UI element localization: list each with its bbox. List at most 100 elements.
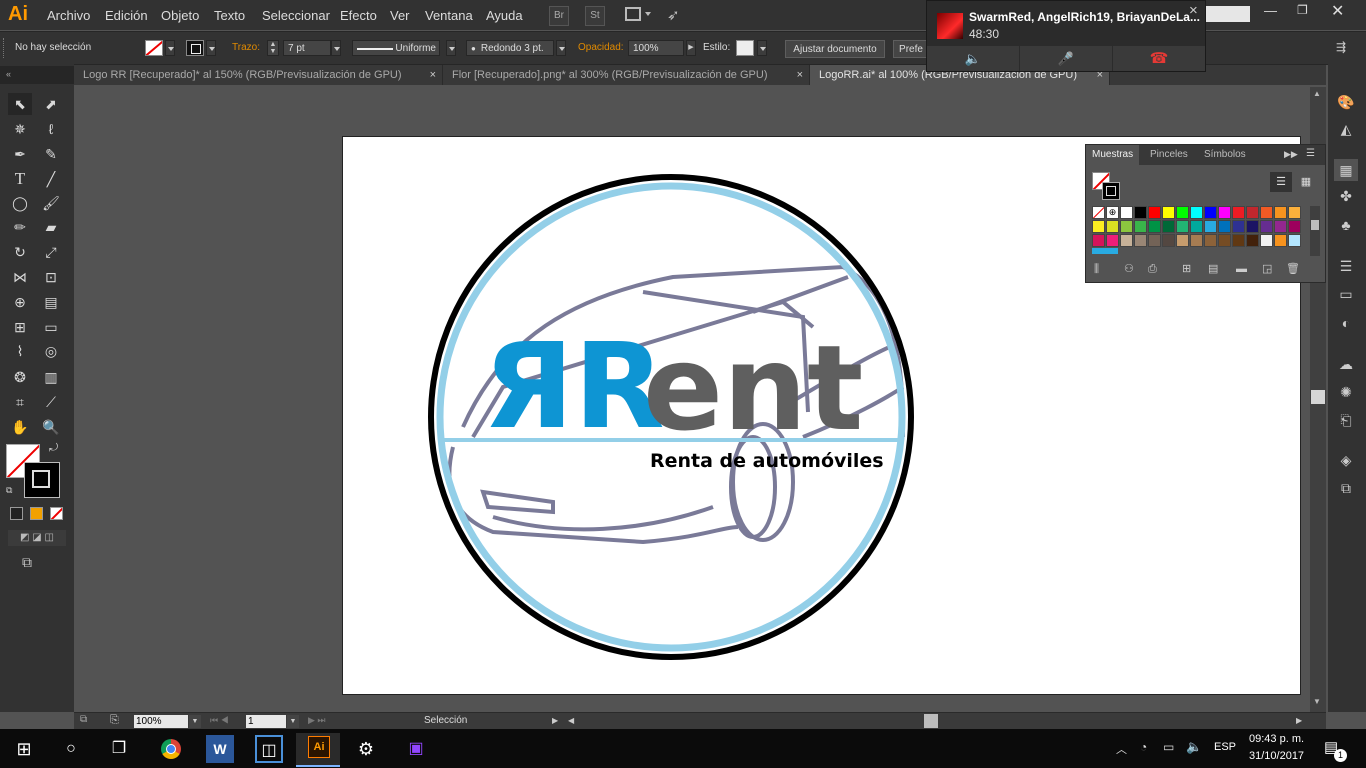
list-view-icon[interactable]: ☰ bbox=[1270, 172, 1292, 192]
swatch-color[interactable] bbox=[1190, 220, 1203, 233]
stroke-profile-field[interactable]: Uniforme bbox=[352, 40, 440, 56]
default-colors-icon[interactable]: ⧉ bbox=[6, 485, 12, 496]
style-dropdown[interactable] bbox=[757, 40, 767, 56]
swatch-color[interactable] bbox=[1260, 234, 1273, 247]
stroke-swatch-indicator[interactable] bbox=[1102, 182, 1120, 200]
stroke-weight-field[interactable]: 7 pt bbox=[283, 40, 331, 56]
style-swatch[interactable] bbox=[736, 40, 754, 56]
fill-swatch[interactable] bbox=[145, 40, 163, 56]
chrome-icon[interactable] bbox=[157, 735, 185, 763]
layers-icon[interactable]: ◈ bbox=[1334, 449, 1358, 471]
shape-builder-icon[interactable]: ⊕ bbox=[8, 291, 32, 313]
first-artboard-icon[interactable]: ⏮ ◀ bbox=[210, 715, 229, 726]
settings-gear-icon[interactable]: ⚙ bbox=[352, 735, 380, 763]
zoom-field[interactable]: 100% bbox=[134, 715, 188, 728]
swatch-color[interactable] bbox=[1204, 234, 1217, 247]
swatch-color[interactable] bbox=[1232, 220, 1245, 233]
swatch-color[interactable] bbox=[1274, 234, 1287, 247]
stroke-swatch[interactable] bbox=[186, 40, 204, 56]
curvature-tool-icon[interactable]: ✎ bbox=[39, 143, 63, 165]
stroke-panel-icon[interactable]: ☰ bbox=[1334, 255, 1358, 277]
swatch-color[interactable] bbox=[1288, 220, 1301, 233]
menu-objeto[interactable]: Objeto bbox=[161, 8, 199, 23]
scroll-left-icon[interactable]: ◀ bbox=[568, 716, 574, 725]
minimize-icon[interactable]: — bbox=[1264, 3, 1277, 18]
opacity-field[interactable]: 100% bbox=[628, 40, 684, 56]
stroke-weight-dropdown[interactable] bbox=[331, 40, 341, 56]
gradient-mode-icon[interactable] bbox=[30, 507, 43, 520]
swatch-color[interactable] bbox=[1134, 234, 1147, 247]
blend-tool-icon[interactable]: ◎ bbox=[39, 340, 63, 362]
gradient-panel-icon[interactable]: ▭ bbox=[1334, 283, 1358, 305]
perspective-grid-icon[interactable]: ▤ bbox=[39, 291, 63, 313]
restore-icon[interactable]: ❐ bbox=[1297, 3, 1308, 17]
swatch-partial[interactable] bbox=[1092, 248, 1118, 254]
zoom-dropdown[interactable]: ▼ bbox=[189, 715, 201, 728]
artboard-tool-icon[interactable]: ⌗ bbox=[8, 391, 32, 413]
clock-date[interactable]: 31/10/2017 bbox=[1249, 750, 1304, 762]
type-tool-icon[interactable]: T bbox=[8, 168, 32, 190]
swatch-color[interactable] bbox=[1162, 220, 1175, 233]
windows-start-icon[interactable]: ⊞ bbox=[10, 735, 38, 763]
swatch-color[interactable] bbox=[1274, 220, 1287, 233]
twitch-icon[interactable]: ▣ bbox=[402, 735, 430, 763]
draw-modes-icon[interactable]: ◩ ◪ ◫ bbox=[8, 530, 66, 546]
hang-up-icon[interactable]: ☎ bbox=[1113, 46, 1205, 71]
swatch-color[interactable] bbox=[1204, 206, 1217, 219]
stroke-weight-stepper[interactable]: ▲ ▼ bbox=[267, 40, 279, 56]
width-tool-icon[interactable]: ⋈ bbox=[8, 266, 32, 288]
menu-ventana[interactable]: Ventana bbox=[425, 8, 473, 23]
language-indicator[interactable]: ESP bbox=[1214, 741, 1236, 753]
pen-tool-icon[interactable]: ✒ bbox=[8, 143, 32, 165]
swatch-color[interactable] bbox=[1148, 206, 1161, 219]
stock-button[interactable]: St bbox=[585, 6, 605, 26]
close-icon[interactable]: ✕ bbox=[1331, 1, 1344, 21]
speaker-icon[interactable]: 🔈 bbox=[927, 46, 1019, 71]
menu-archivo[interactable]: Archivo bbox=[47, 8, 90, 23]
status-menu-icon[interactable]: ▶ bbox=[552, 716, 558, 725]
brush-field[interactable]: ● Redondo 3 pt. bbox=[466, 40, 554, 56]
swatch-color[interactable] bbox=[1204, 220, 1217, 233]
tray-chevron-icon[interactable]: ︿ bbox=[1116, 741, 1127, 757]
symbol-sprayer-icon[interactable]: ❂ bbox=[8, 366, 32, 388]
opacity-label[interactable]: Opacidad: bbox=[578, 42, 624, 53]
store-icon[interactable]: ◫ bbox=[255, 735, 283, 763]
slice-tool-icon[interactable]: ⟋ bbox=[39, 391, 63, 413]
stroke-profile-dropdown[interactable] bbox=[446, 40, 456, 56]
swatch-none[interactable] bbox=[1092, 206, 1105, 219]
direct-selection-tool-icon[interactable]: ⬈ bbox=[39, 93, 63, 115]
swatch-color[interactable] bbox=[1260, 206, 1273, 219]
screen-mode-icon[interactable]: ⧉ bbox=[22, 554, 32, 571]
swatch-color[interactable] bbox=[1232, 234, 1245, 247]
swatch-color[interactable] bbox=[1120, 206, 1133, 219]
artboard-number-field[interactable]: 1 bbox=[246, 715, 286, 728]
new-color-group-icon[interactable]: ▤ bbox=[1208, 257, 1218, 282]
swatch-color[interactable] bbox=[1260, 220, 1273, 233]
close-tab-icon[interactable]: × bbox=[430, 65, 436, 85]
menu-edicion[interactable]: Edición bbox=[105, 8, 148, 23]
swatch-color[interactable] bbox=[1120, 234, 1133, 247]
expand-panel-icon[interactable]: ▶▶ bbox=[1284, 149, 1298, 160]
swatch-color[interactable] bbox=[1274, 206, 1287, 219]
eyedropper-icon[interactable]: ⌇ bbox=[8, 340, 32, 362]
swatches-scroll-thumb[interactable] bbox=[1311, 220, 1319, 230]
swatch-color[interactable] bbox=[1134, 220, 1147, 233]
swatch-color[interactable] bbox=[1246, 206, 1259, 219]
eraser-icon[interactable]: ▰ bbox=[39, 216, 63, 238]
collapse-icon[interactable]: « bbox=[6, 69, 11, 79]
vertical-scroll-thumb[interactable] bbox=[1311, 390, 1325, 404]
magic-wand-icon[interactable]: ✵ bbox=[8, 118, 32, 140]
paintbrush-icon[interactable]: 🖌 bbox=[39, 192, 63, 214]
panel-menu-icon[interactable]: ☰ bbox=[1306, 148, 1315, 159]
tab-logo-rr[interactable]: Logo RR [Recuperado]* al 150% (RGB/Previ… bbox=[74, 65, 443, 85]
zoom-tool-icon[interactable]: 🔍 bbox=[39, 416, 63, 438]
hand-tool-icon[interactable]: ✋ bbox=[8, 416, 32, 438]
lasso-icon[interactable]: ℓ bbox=[39, 118, 63, 140]
asset-export-icon[interactable]: ⎗ bbox=[1334, 409, 1358, 431]
color-palette-icon[interactable]: 🎨 bbox=[1334, 91, 1358, 113]
swatch-registration[interactable]: ⊕ bbox=[1106, 206, 1119, 219]
swatch-color[interactable] bbox=[1134, 206, 1147, 219]
stroke-label[interactable]: Trazo: bbox=[232, 42, 260, 53]
opacity-slider-button[interactable]: ▶ bbox=[686, 40, 696, 56]
swatch-color[interactable] bbox=[1232, 206, 1245, 219]
